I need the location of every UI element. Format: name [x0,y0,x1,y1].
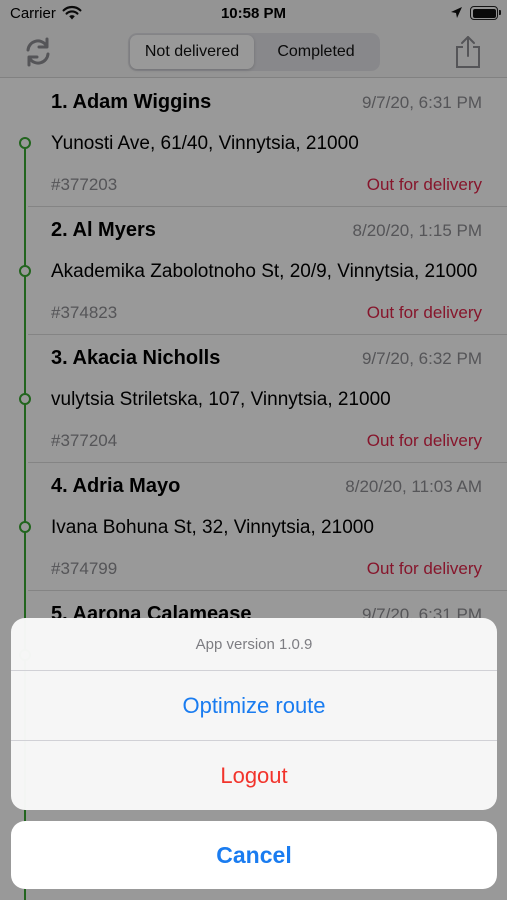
cancel-button[interactable]: Cancel [11,821,497,889]
app-version-label: App version 1.0.9 [11,618,497,671]
optimize-route-button[interactable]: Optimize route [11,671,497,741]
action-sheet: App version 1.0.9 Optimize route Logout [11,618,497,810]
logout-button[interactable]: Logout [11,741,497,810]
